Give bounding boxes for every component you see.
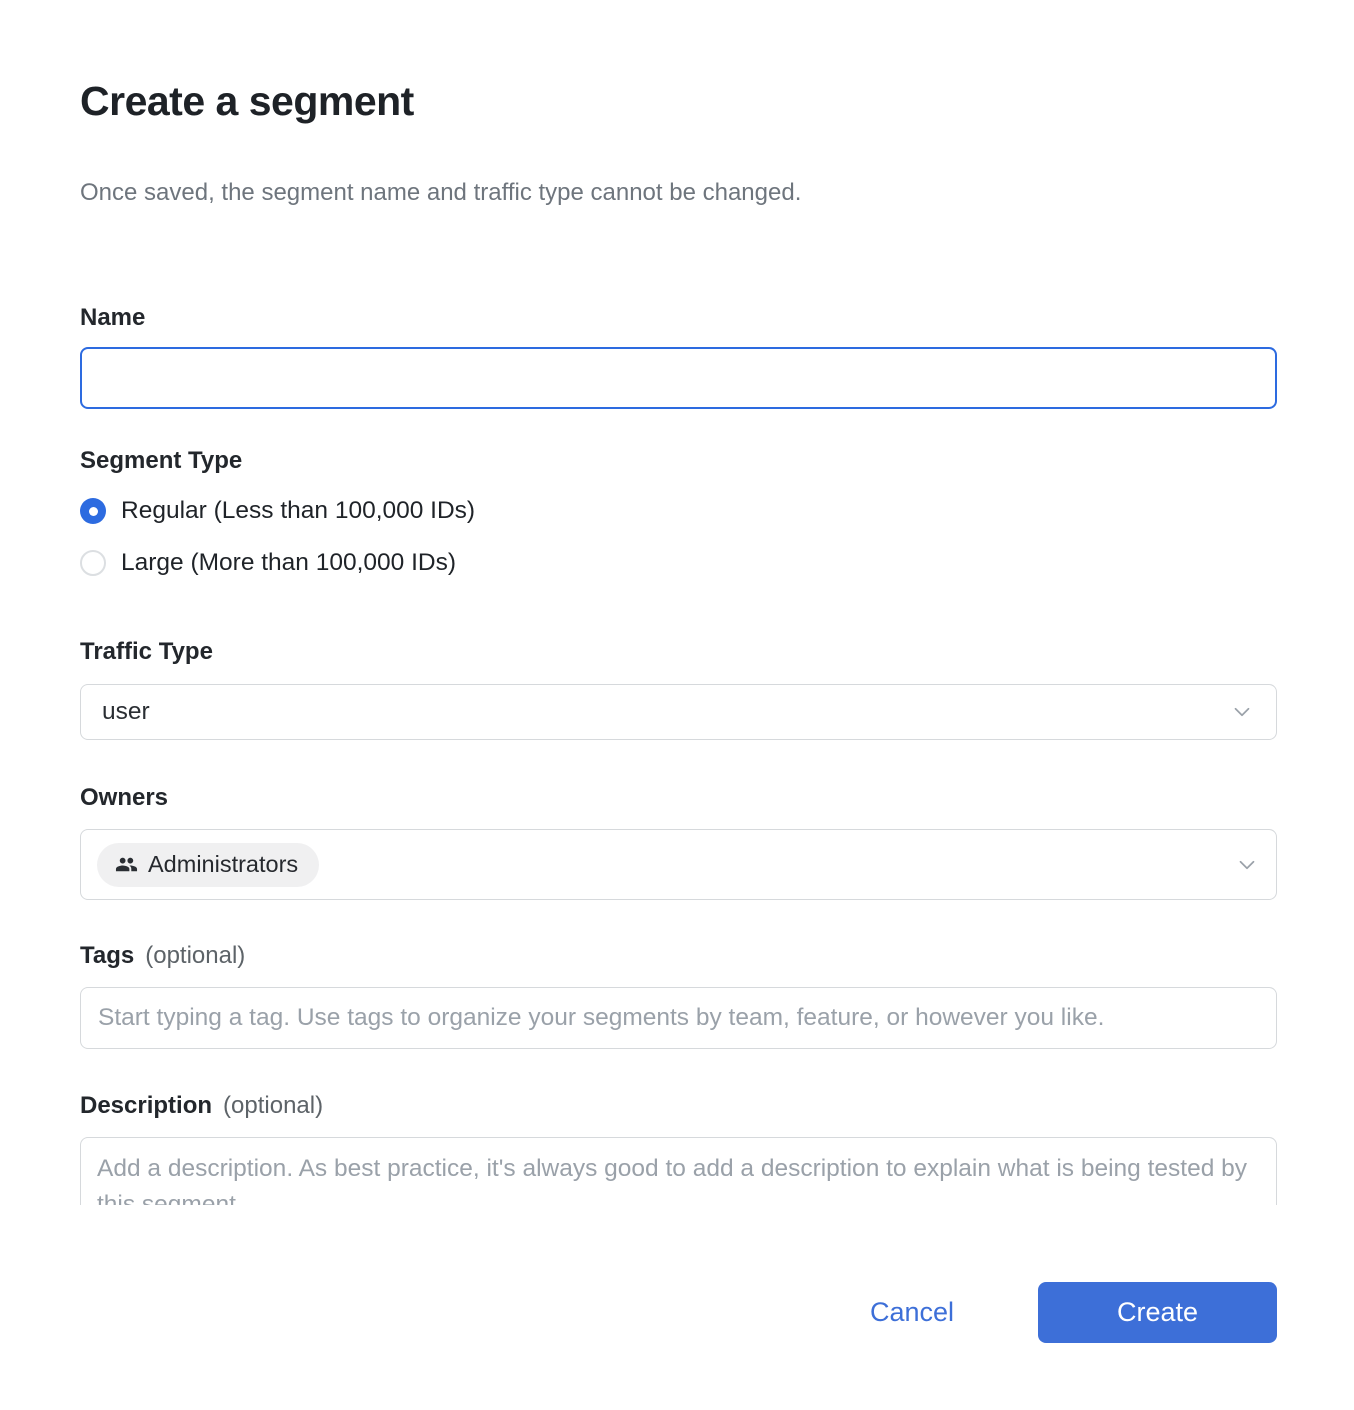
- traffic-type-value: user: [102, 698, 1229, 726]
- name-field-group: Name: [80, 303, 1277, 409]
- tags-optional-label: (optional): [145, 942, 245, 970]
- traffic-type-select[interactable]: user: [80, 684, 1277, 740]
- description-optional-label: (optional): [223, 1092, 323, 1120]
- description-clip-region: [80, 1137, 1277, 1205]
- description-textarea[interactable]: [80, 1137, 1277, 1205]
- radio-label: Large (More than 100,000 IDs): [121, 549, 456, 577]
- tags-group: Tags (optional): [80, 941, 1277, 1049]
- owners-select[interactable]: Administrators: [80, 829, 1277, 900]
- tags-input[interactable]: [80, 987, 1277, 1049]
- segment-type-group: Segment Type Regular (Less than 100,000 …: [80, 446, 1277, 577]
- description-label: Description: [80, 1091, 212, 1121]
- cancel-button[interactable]: Cancel: [870, 1297, 954, 1328]
- dialog-footer: Cancel Create: [80, 1282, 1277, 1343]
- traffic-type-group: Traffic Type user: [80, 637, 1277, 740]
- owners-label: Owners: [80, 783, 1277, 813]
- page-title: Create a segment: [80, 76, 1277, 126]
- chevron-down-icon: [1234, 852, 1260, 878]
- name-label: Name: [80, 303, 1277, 333]
- create-button[interactable]: Create: [1038, 1282, 1277, 1343]
- create-segment-dialog: Create a segment Once saved, the segment…: [0, 0, 1354, 1410]
- people-icon: [115, 853, 138, 876]
- radio-selected-icon[interactable]: [80, 498, 106, 524]
- radio-label: Regular (Less than 100,000 IDs): [121, 497, 475, 525]
- owners-group: Owners Administrators: [80, 783, 1277, 900]
- chevron-down-icon: [1229, 699, 1255, 725]
- owners-chip-area: Administrators: [97, 843, 1234, 887]
- owner-chip-administrators[interactable]: Administrators: [97, 843, 319, 887]
- segment-type-option-large[interactable]: Large (More than 100,000 IDs): [80, 549, 1277, 577]
- tags-label: Tags: [80, 941, 134, 971]
- radio-unselected-icon[interactable]: [80, 550, 106, 576]
- description-group: Description (optional): [80, 1091, 1277, 1205]
- traffic-type-label: Traffic Type: [80, 637, 1277, 667]
- dialog-subtitle: Once saved, the segment name and traffic…: [80, 178, 1277, 208]
- segment-type-label: Segment Type: [80, 446, 1277, 476]
- name-input[interactable]: [80, 347, 1277, 409]
- segment-type-option-regular[interactable]: Regular (Less than 100,000 IDs): [80, 497, 1277, 525]
- owner-chip-label: Administrators: [148, 851, 298, 878]
